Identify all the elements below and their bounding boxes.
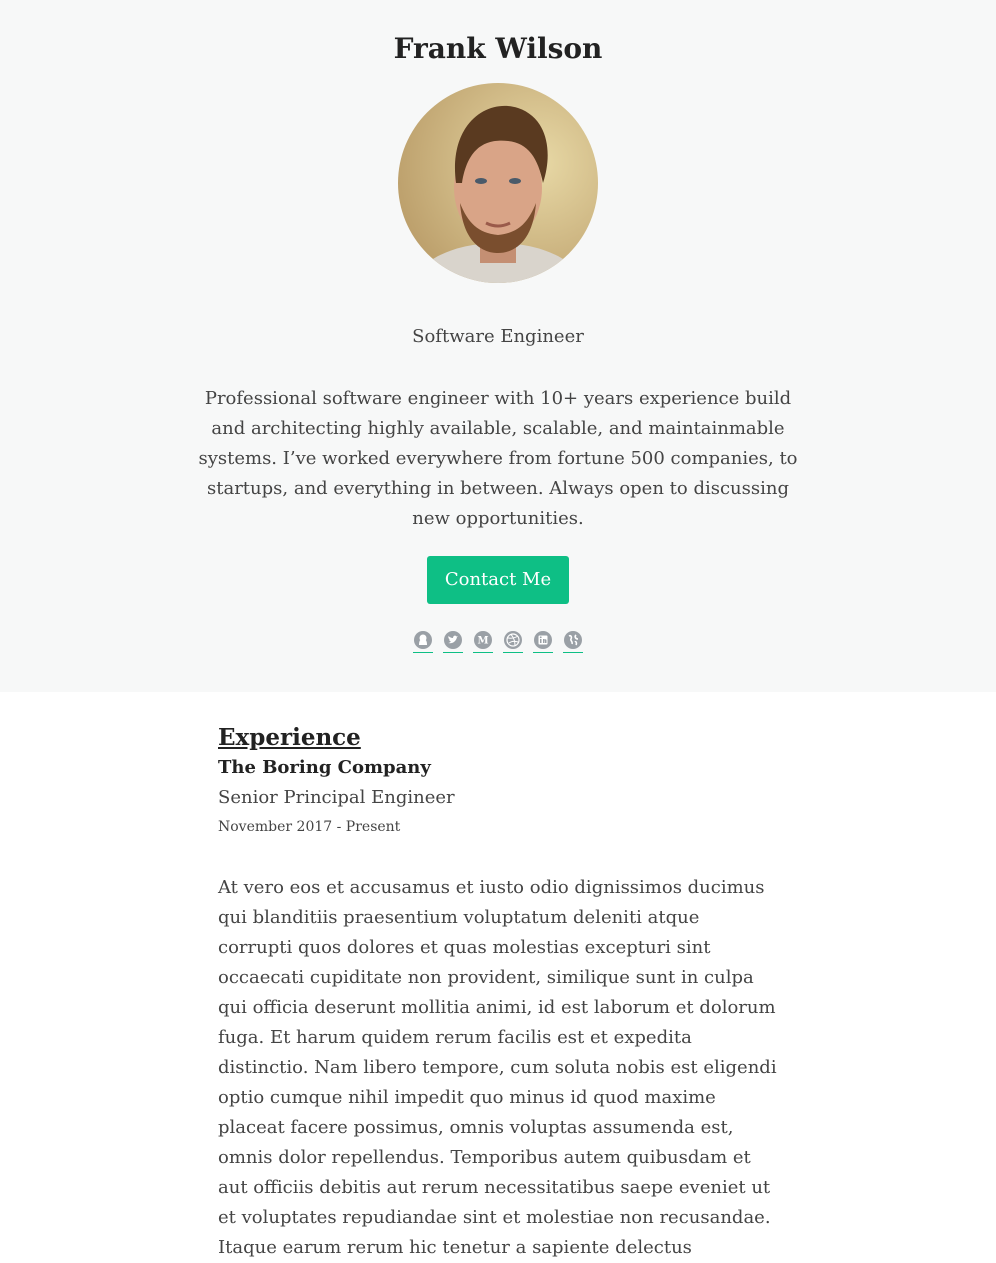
profile-name: Frank Wilson bbox=[393, 32, 603, 65]
avatar bbox=[398, 83, 598, 283]
twitter-icon[interactable] bbox=[443, 630, 463, 653]
job-title: Senior Principal Engineer bbox=[218, 787, 455, 808]
linkedin-icon[interactable] bbox=[533, 630, 553, 653]
svg-text:M: M bbox=[477, 636, 488, 647]
experience-item: The Boring Company Senior Principal Engi… bbox=[218, 755, 778, 1263]
experience-section: Experience The Boring Company Senior Pri… bbox=[218, 692, 778, 1263]
dribbble-icon[interactable] bbox=[503, 630, 523, 653]
github-icon[interactable] bbox=[413, 630, 433, 653]
social-links: M bbox=[0, 630, 996, 653]
profile-header: Frank Wilson Software Engineer Professio… bbox=[0, 0, 996, 692]
experience-heading[interactable]: Experience bbox=[218, 722, 778, 754]
medium-icon[interactable]: M bbox=[473, 630, 493, 653]
profile-role: Software Engineer bbox=[412, 326, 584, 347]
job-description: At vero eos et accusamus et iusto odio d… bbox=[218, 877, 777, 1258]
globe-icon[interactable] bbox=[563, 630, 583, 653]
job-dates: November 2017 - Present bbox=[218, 819, 401, 835]
profile-bio: Professional software engineer with 10+ … bbox=[198, 388, 798, 529]
company-name: The Boring Company bbox=[218, 757, 431, 778]
contact-me-button[interactable]: Contact Me bbox=[426, 556, 570, 604]
